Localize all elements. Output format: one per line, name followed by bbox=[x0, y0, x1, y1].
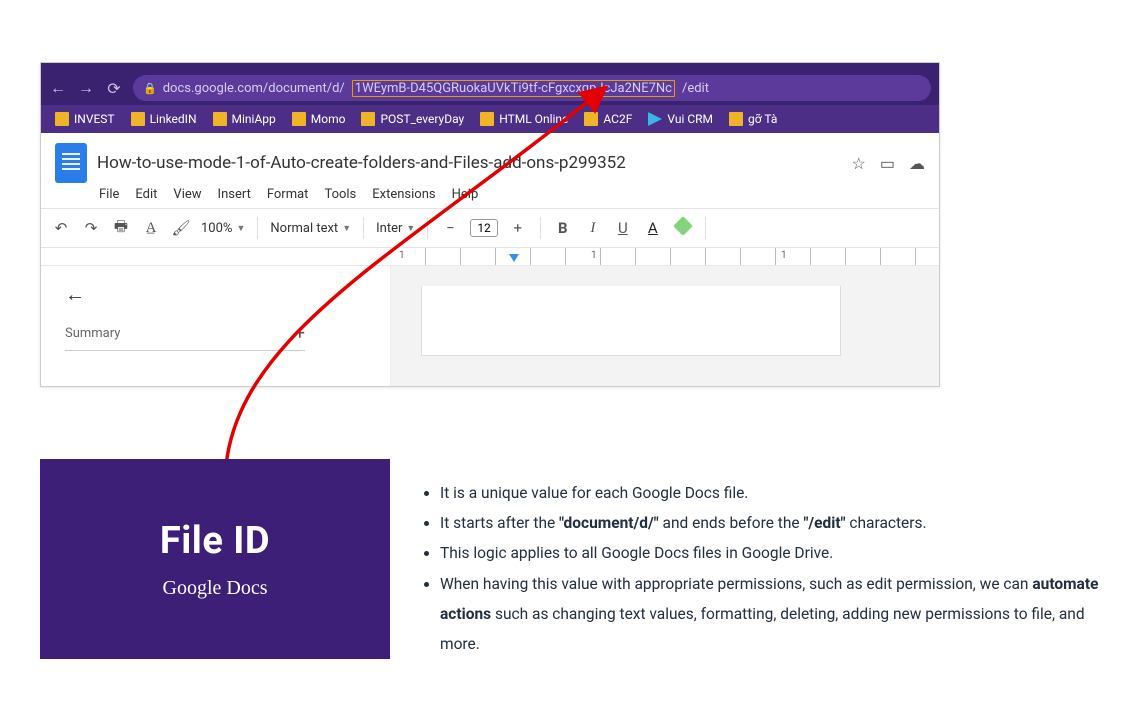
folder-icon bbox=[361, 112, 375, 126]
url-prefix: docs.google.com/document/d/ bbox=[163, 81, 345, 96]
forward-icon[interactable]: → bbox=[77, 79, 95, 97]
menu-format[interactable]: Format bbox=[267, 187, 309, 202]
menu-tools[interactable]: Tools bbox=[324, 187, 356, 202]
menu-help[interactable]: Help bbox=[452, 187, 479, 202]
menu-view[interactable]: View bbox=[173, 187, 201, 202]
document-body: ← Summary + bbox=[41, 266, 939, 386]
paint-format-icon[interactable]: 🖌 bbox=[171, 219, 191, 237]
bold-button[interactable]: B bbox=[553, 219, 573, 237]
cloud-icon[interactable]: ☁ bbox=[909, 154, 925, 173]
folder-icon bbox=[213, 112, 227, 126]
docs-header: How-to-use-mode-1-of-Auto-create-folders… bbox=[41, 133, 939, 208]
folder-icon bbox=[131, 112, 145, 126]
folder-icon bbox=[55, 112, 69, 126]
reload-icon[interactable]: ⟳ bbox=[105, 79, 123, 97]
menu-extensions[interactable]: Extensions bbox=[372, 187, 435, 202]
address-bar[interactable]: 🔒 docs.google.com/document/d/1WEymB-D45Q… bbox=[133, 75, 931, 101]
paragraph-style-select[interactable]: Normal text▼ bbox=[270, 221, 351, 236]
url-suffix: /edit bbox=[682, 81, 709, 96]
font-select[interactable]: Inter▼ bbox=[376, 221, 415, 236]
app-icon bbox=[648, 112, 662, 126]
add-summary-icon[interactable]: + bbox=[295, 323, 305, 344]
menu-insert[interactable]: Insert bbox=[218, 187, 251, 202]
indent-marker-icon[interactable] bbox=[509, 254, 519, 262]
callout-subtitle: Google Docs bbox=[163, 577, 268, 600]
bookmark-item[interactable]: gỡ Tà bbox=[723, 110, 783, 128]
page[interactable] bbox=[421, 286, 841, 356]
zoom-select[interactable]: 100%▼ bbox=[201, 221, 245, 236]
star-icon[interactable]: ☆ bbox=[852, 154, 866, 173]
font-size-decrease[interactable]: − bbox=[440, 219, 460, 237]
browser-window: ← → ⟳ 🔒 docs.google.com/document/d/1WEym… bbox=[40, 62, 940, 387]
text-color-button[interactable]: A bbox=[643, 219, 663, 237]
menu-edit[interactable]: Edit bbox=[135, 187, 157, 202]
folder-icon bbox=[729, 112, 743, 126]
bookmark-item[interactable]: POST_everyDay bbox=[355, 110, 470, 128]
lock-icon: 🔒 bbox=[143, 82, 157, 95]
undo-icon[interactable]: ↶ bbox=[51, 219, 71, 237]
italic-button[interactable]: I bbox=[583, 220, 603, 237]
outline-summary-label: Summary bbox=[65, 326, 120, 341]
document-title[interactable]: How-to-use-mode-1-of-Auto-create-folders… bbox=[97, 153, 842, 173]
bookmark-item[interactable]: INVEST bbox=[49, 110, 121, 128]
callout-box: File ID Google Docs bbox=[40, 459, 390, 659]
bookmark-item[interactable]: MiniApp bbox=[207, 110, 282, 128]
callout-title: File ID bbox=[160, 519, 270, 563]
underline-button[interactable]: U bbox=[613, 219, 633, 237]
bookmark-item[interactable]: HTML Online bbox=[474, 110, 574, 128]
explanation-bullets: It is a unique value for each Google Doc… bbox=[416, 478, 1116, 659]
bullet-item: It starts after the "document/d/" and en… bbox=[440, 508, 1116, 538]
font-size-increase[interactable]: + bbox=[508, 219, 528, 237]
back-icon[interactable]: ← bbox=[49, 79, 67, 97]
spellcheck-icon[interactable]: A̲ bbox=[141, 220, 161, 237]
redo-icon[interactable]: ↷ bbox=[81, 219, 101, 237]
font-size-input[interactable]: 12 bbox=[470, 219, 498, 237]
folder-icon bbox=[292, 112, 306, 126]
bookmark-item[interactable]: AC2F bbox=[578, 110, 638, 128]
outline-back-icon[interactable]: ← bbox=[65, 282, 366, 307]
ruler: 1 1 1 bbox=[41, 248, 939, 266]
toolbar: ↶ ↷ 🖶 A̲ 🖌 100%▼ Normal text▼ Inter▼ − 1… bbox=[41, 208, 939, 248]
omnibox-row: ← → ⟳ 🔒 docs.google.com/document/d/1WEym… bbox=[41, 71, 939, 105]
outline-panel: ← Summary + bbox=[41, 266, 391, 386]
ruler-mark: 1 bbox=[591, 250, 597, 261]
tab-strip bbox=[41, 63, 939, 71]
ruler-mark: 1 bbox=[399, 250, 405, 261]
folder-icon bbox=[480, 112, 494, 126]
bookmarks-bar: INVEST LinkedIN MiniApp Momo POST_everyD… bbox=[41, 105, 939, 133]
bookmark-item[interactable]: Momo bbox=[286, 110, 352, 128]
page-canvas bbox=[391, 266, 939, 386]
folder-icon bbox=[584, 112, 598, 126]
docs-logo-icon[interactable] bbox=[55, 143, 87, 183]
move-icon[interactable]: ▭ bbox=[880, 154, 895, 173]
menu-bar: File Edit View Insert Format Tools Exten… bbox=[51, 185, 929, 208]
url-file-id: 1WEymB-D45QGRuokaUVkTi9tf-cFgxcxgpJcJa2N… bbox=[352, 80, 675, 97]
highlight-button[interactable] bbox=[673, 219, 693, 237]
bullet-item: It is a unique value for each Google Doc… bbox=[440, 478, 1116, 508]
bookmark-item[interactable]: LinkedIN bbox=[125, 110, 203, 128]
bullet-item: This logic applies to all Google Docs fi… bbox=[440, 538, 1116, 568]
bookmark-item[interactable]: Vui CRM bbox=[642, 110, 719, 128]
ruler-mark: 1 bbox=[781, 250, 787, 261]
print-icon[interactable]: 🖶 bbox=[111, 216, 131, 241]
bullet-item: When having this value with appropriate … bbox=[440, 569, 1116, 660]
menu-file[interactable]: File bbox=[99, 187, 119, 202]
